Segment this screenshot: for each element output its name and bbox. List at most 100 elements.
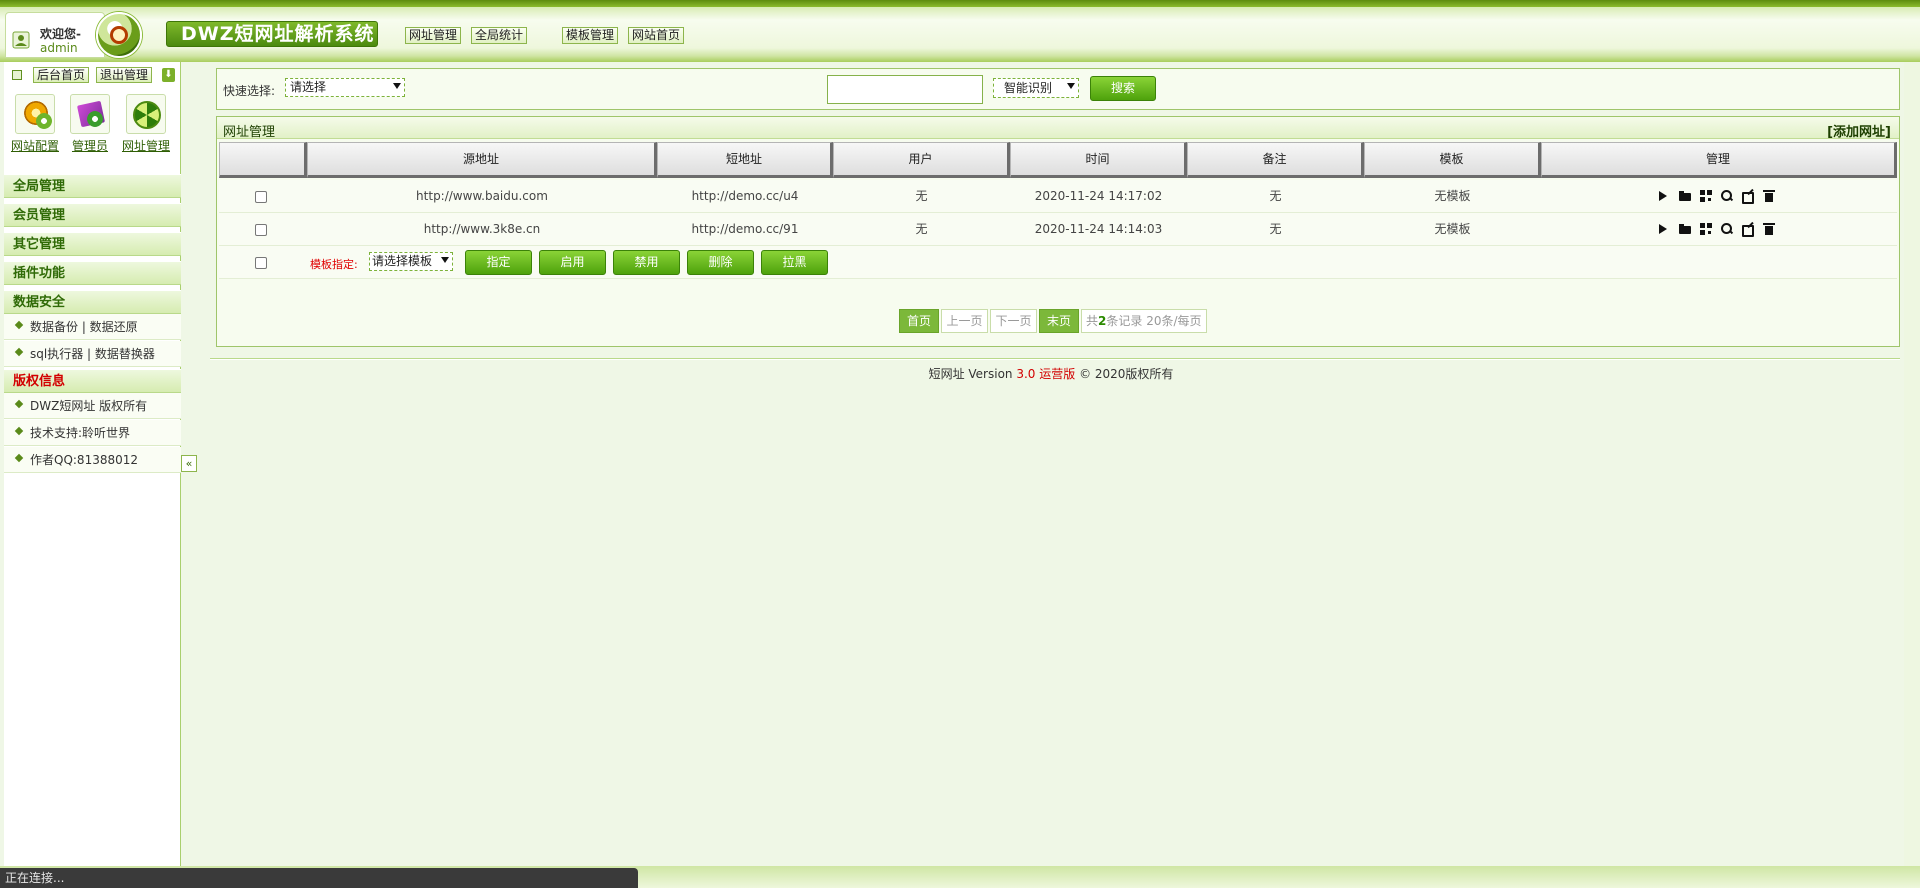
menu-global-manage[interactable]: 全局管理 bbox=[4, 174, 181, 198]
menu-item-label[interactable]: 作者QQ:81388012 bbox=[30, 453, 138, 467]
row-checkbox[interactable] bbox=[255, 224, 267, 236]
logo-icon bbox=[96, 12, 142, 58]
assign-button[interactable]: 指定 bbox=[465, 250, 532, 275]
disable-button[interactable]: 禁用 bbox=[613, 250, 680, 275]
select-all-checkbox[interactable] bbox=[255, 257, 267, 269]
menu-item-copyright[interactable]: DWZ短网址 版权所有 bbox=[4, 393, 181, 419]
trash-icon[interactable] bbox=[1763, 223, 1775, 235]
username: admin bbox=[40, 41, 78, 55]
menu-item-backup-restore[interactable]: 数据备份 | 数据还原 bbox=[4, 314, 181, 340]
table-row: http://www.3k8e.cn http://demo.cc/91 无 2… bbox=[219, 213, 1897, 246]
user-icon bbox=[12, 31, 30, 49]
menu-plugins[interactable]: 插件功能 bbox=[4, 261, 181, 285]
menu-item-support[interactable]: 技术支持:聆听世界 bbox=[4, 420, 181, 446]
quick-link-site-config[interactable]: 网站配置 bbox=[7, 94, 63, 154]
edit-icon[interactable] bbox=[1742, 223, 1754, 237]
footer-version: 3.0 运营版 bbox=[1016, 367, 1076, 381]
pager-first[interactable]: 首页 bbox=[899, 309, 939, 333]
cell-user: 无 bbox=[915, 189, 928, 203]
header: 欢迎您- admin DWZ短网址解析系统 网址管理 全局统计 模板管理 网站首… bbox=[0, 0, 1920, 62]
cell-note: 无 bbox=[1269, 189, 1282, 203]
sidebar-collapse-button[interactable]: « bbox=[181, 455, 197, 472]
template-select-dropdown[interactable]: 请选择模板 bbox=[369, 252, 453, 271]
pager-summary: 共2条记录 20条/每页 bbox=[1081, 309, 1207, 333]
chevron-down-icon bbox=[1067, 83, 1075, 89]
add-url-link[interactable]: [添加网址] bbox=[1827, 121, 1891, 140]
nav-url-manage[interactable]: 网址管理 bbox=[405, 27, 462, 44]
trash-icon[interactable] bbox=[1763, 190, 1775, 202]
chevron-down-icon bbox=[393, 83, 401, 89]
cell-time: 2020-11-24 14:17:02 bbox=[1034, 189, 1163, 203]
diamond-bullet-icon bbox=[16, 455, 24, 463]
menu-other-manage[interactable]: 其它管理 bbox=[4, 232, 181, 256]
cell-source: http://www.3k8e.cn bbox=[423, 222, 541, 236]
download-icon[interactable]: ⬇ bbox=[162, 68, 175, 82]
footer-divider bbox=[210, 358, 1900, 360]
col-header-source: 源地址 bbox=[307, 142, 657, 178]
col-header-select bbox=[219, 142, 307, 178]
col-header-time: 时间 bbox=[1010, 142, 1187, 178]
menu-copyright[interactable]: 版权信息 bbox=[4, 369, 181, 393]
cell-template: 无模板 bbox=[1434, 222, 1471, 236]
menu-item-label[interactable]: sql执行器 | 数据替换器 bbox=[30, 347, 155, 361]
quick-link-label[interactable]: 网站配置 bbox=[7, 137, 63, 154]
menu-item-label[interactable]: DWZ短网址 版权所有 bbox=[30, 399, 147, 413]
menu-member-manage[interactable]: 会员管理 bbox=[4, 203, 181, 227]
url-manage-panel: 网址管理 [添加网址] 源地址 短地址 用户 时间 备注 模板 管理 http:… bbox=[216, 116, 1900, 347]
diamond-bullet-icon bbox=[16, 401, 24, 409]
nav-site-home[interactable]: 网站首页 bbox=[628, 27, 685, 44]
admin-home-button[interactable]: 后台首页 bbox=[33, 67, 90, 83]
quick-link-url-manage[interactable]: 网址管理 bbox=[118, 94, 174, 154]
delete-button[interactable]: 删除 bbox=[687, 250, 754, 275]
scroll-gutter bbox=[1904, 62, 1920, 866]
mode-select-dropdown[interactable]: 智能识别 bbox=[993, 78, 1079, 98]
blacklist-button[interactable]: 拉黑 bbox=[761, 250, 828, 275]
col-header-short: 短地址 bbox=[657, 142, 833, 178]
search-icon[interactable] bbox=[1721, 223, 1733, 235]
cell-short: http://demo.cc/u4 bbox=[691, 189, 799, 203]
quick-links: 网站配置 管理员 网址管理 bbox=[4, 94, 181, 160]
quick-link-admin[interactable]: 管理员 bbox=[62, 94, 118, 154]
nav-global-stats[interactable]: 全局统计 bbox=[471, 27, 528, 44]
header-top-line bbox=[0, 0, 1920, 7]
pager-next[interactable]: 下一页 bbox=[990, 309, 1037, 333]
search-button[interactable]: 搜索 bbox=[1090, 76, 1156, 101]
welcome-box: 欢迎您- admin bbox=[5, 12, 105, 58]
menu-item-sql-replace[interactable]: sql执行器 | 数据替换器 bbox=[4, 341, 181, 367]
nav-template-manage[interactable]: 模板管理 bbox=[562, 27, 619, 44]
menu-item-author-qq[interactable]: 作者QQ:81388012 bbox=[4, 447, 181, 473]
search-panel: 快速选择: 请选择 智能识别 搜索 bbox=[216, 68, 1900, 110]
gear-icon bbox=[15, 94, 55, 134]
welcome-text: 欢迎您- bbox=[40, 27, 81, 41]
qrcode-icon[interactable] bbox=[1700, 190, 1712, 202]
pager-prev[interactable]: 上一页 bbox=[941, 309, 988, 333]
quick-select-dropdown[interactable]: 请选择 bbox=[285, 78, 405, 97]
logout-button[interactable]: 退出管理 bbox=[96, 67, 153, 83]
row-checkbox[interactable] bbox=[255, 191, 267, 203]
search-icon[interactable] bbox=[1721, 190, 1733, 202]
enable-button[interactable]: 启用 bbox=[539, 250, 606, 275]
table-row: http://www.baidu.com http://demo.cc/u4 无… bbox=[219, 180, 1897, 213]
play-icon[interactable] bbox=[1657, 223, 1669, 235]
edit-icon[interactable] bbox=[1742, 190, 1754, 204]
cell-note: 无 bbox=[1269, 222, 1282, 236]
batch-actions-row: 模板指定: 请选择模板 指定 启用 禁用 删除 拉黑 bbox=[219, 246, 1897, 279]
sidebar-toolbar: 后台首页 退出管理 ⬇ bbox=[4, 64, 181, 86]
menu-data-security[interactable]: 数据安全 bbox=[4, 290, 181, 314]
sidebar: 后台首页 退出管理 ⬇ 网站配置 管理员 网址管理 全局管理 会员管理 其它管理… bbox=[4, 62, 181, 866]
col-header-user: 用户 bbox=[833, 142, 1010, 178]
quick-select-value: 请选择 bbox=[290, 80, 327, 94]
play-icon[interactable] bbox=[1657, 190, 1669, 202]
keyword-input[interactable] bbox=[827, 75, 983, 104]
footer-prefix: 短网址 Version bbox=[928, 367, 1017, 381]
menu-item-label[interactable]: 数据备份 | 数据还原 bbox=[30, 320, 138, 334]
folder-open-icon[interactable] bbox=[1679, 190, 1691, 202]
pager-last[interactable]: 末页 bbox=[1039, 309, 1079, 333]
quick-link-label[interactable]: 网址管理 bbox=[118, 137, 174, 154]
menu-item-label[interactable]: 技术支持:聆听世界 bbox=[30, 426, 130, 440]
folder-open-icon[interactable] bbox=[1679, 223, 1691, 235]
quick-link-label[interactable]: 管理员 bbox=[62, 137, 118, 154]
cell-user: 无 bbox=[915, 222, 928, 236]
qrcode-icon[interactable] bbox=[1700, 223, 1712, 235]
col-header-note: 备注 bbox=[1187, 142, 1364, 178]
